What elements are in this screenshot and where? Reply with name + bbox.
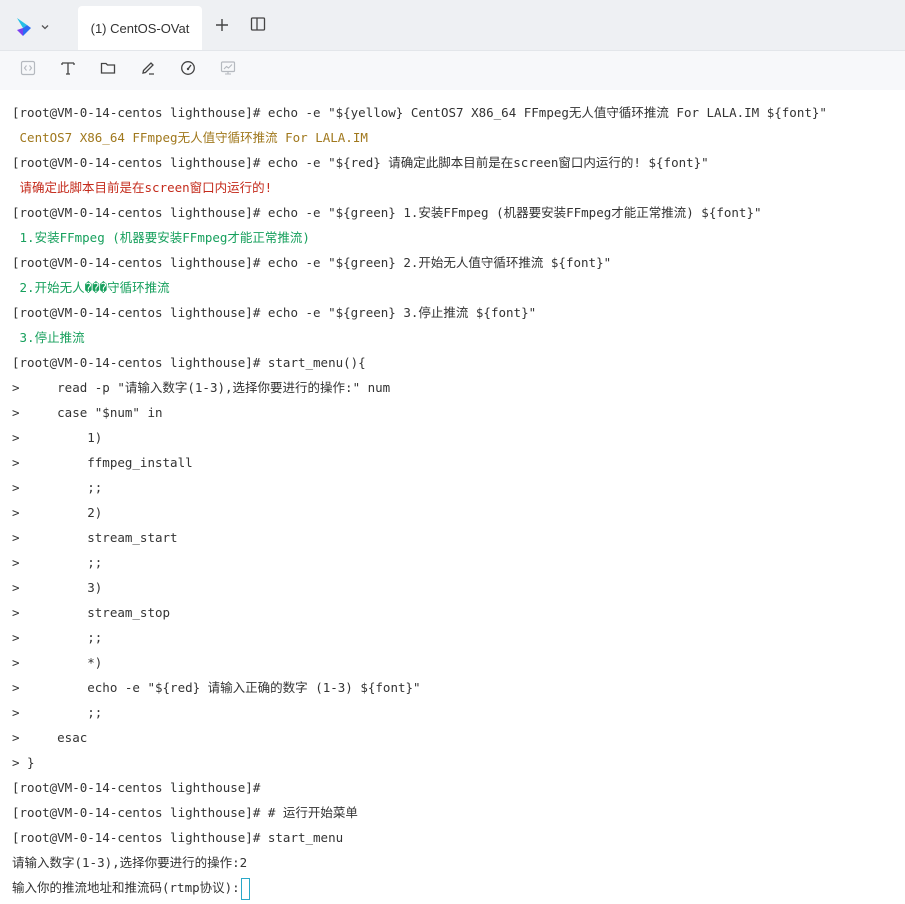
terminal-line-text: [root@VM-0-14-centos lighthouse]# (12, 780, 261, 795)
terminal-line-text: 3.停止推流 (12, 330, 85, 345)
terminal-line: > stream_start (12, 525, 178, 550)
text-button[interactable] (58, 60, 78, 80)
terminal-line: > 3) (12, 575, 102, 600)
terminal-line-text: > 3) (12, 580, 103, 595)
terminal-line-text: > echo -e "${red} 请输入正确的数字 (1-3) ${font}… (12, 680, 421, 695)
terminal-line-text: 1.安装FFmpeg (机器要安装FFmpeg才能正常推流) (12, 230, 310, 245)
terminal-line-text: > ;; (12, 480, 103, 495)
terminal-line-text: > 2) (12, 505, 103, 520)
terminal-output[interactable]: [root@VM-0-14-centos lighthouse]# echo -… (0, 90, 905, 904)
terminal-line: > esac (12, 725, 87, 750)
terminal-line: [root@VM-0-14-centos lighthouse]# start_… (12, 825, 343, 850)
terminal-line-text: > case "$num" in (12, 405, 163, 420)
terminal-line: > case "$num" in (12, 400, 163, 425)
terminal-line-text: > 1) (12, 430, 103, 445)
chevron-down-icon (40, 22, 50, 32)
terminal-line: > ffmpeg_install (12, 450, 193, 475)
terminal-line-text: > ;; (12, 705, 103, 720)
terminal-line: [root@VM-0-14-centos lighthouse]# echo -… (12, 300, 536, 325)
terminal-line: [root@VM-0-14-centos lighthouse]# echo -… (12, 100, 827, 125)
terminal-line-text: > stream_stop (12, 605, 171, 620)
terminal-line-text: > read -p "请输入数字(1-3),选择你要进行的操作:" num (12, 380, 391, 395)
terminal-line-text: 输入你的推流地址和推流码(rtmp协议): (12, 880, 240, 895)
terminal-line-text: > } (12, 755, 35, 770)
add-tab-button[interactable] (212, 16, 232, 36)
terminal-line-text: > stream_start (12, 530, 178, 545)
folder-icon (100, 60, 116, 80)
terminal-line: 请确定此脚本目前是在screen窗口内运行的! (12, 175, 273, 200)
terminal-line: > *) (12, 650, 102, 675)
split-view-icon (250, 16, 266, 36)
app-logo-icon (14, 16, 34, 38)
toolbar (0, 51, 905, 90)
text-icon (60, 60, 76, 80)
terminal-line-text: CentOS7 X86_64 FFmpeg无人值守循环推流 For LALA.I… (12, 130, 368, 145)
terminal-line: > 2) (12, 500, 102, 525)
tab-centos[interactable]: (1) CentOS-OVat (78, 6, 202, 50)
terminal-line-text: > *) (12, 655, 103, 670)
split-view-button[interactable] (248, 16, 268, 36)
terminal-line-text: > esac (12, 730, 88, 745)
terminal-line: 2.开始无人���守循环推流 (12, 275, 170, 300)
terminal-line-text: 请确定此脚本目前是在screen窗口内运行的! (12, 180, 273, 195)
performance-button[interactable] (178, 60, 198, 80)
terminal-line: 输入你的推流地址和推流码(rtmp协议): (12, 875, 250, 900)
terminal-line-text: [root@VM-0-14-centos lighthouse]# echo -… (12, 305, 537, 320)
terminal-line-text: 请输入数字(1-3),选择你要进行的操作:2 (12, 855, 248, 870)
terminal-line-text: > ffmpeg_install (12, 455, 193, 470)
terminal-line: > stream_stop (12, 600, 170, 625)
terminal-line-text: [root@VM-0-14-centos lighthouse]# echo -… (12, 155, 709, 170)
speedometer-icon (180, 60, 196, 80)
terminal-line: > } (12, 750, 35, 775)
terminal-line-text: 2.开始无人���守循环推流 (12, 280, 170, 295)
terminal-line-text: [root@VM-0-14-centos lighthouse]# start_… (12, 355, 366, 370)
terminal-line: CentOS7 X86_64 FFmpeg无人值守循环推流 For LALA.I… (12, 125, 368, 150)
terminal-line: > ;; (12, 550, 102, 575)
terminal-line-text: > ;; (12, 555, 103, 570)
tab-bar: (1) CentOS-OVat (0, 0, 905, 51)
terminal-line: > echo -e "${red} 请输入正确的数字 (1-3) ${font}… (12, 675, 421, 700)
terminal-line: [root@VM-0-14-centos lighthouse]# echo -… (12, 200, 762, 225)
terminal-line: [root@VM-0-14-centos lighthouse]# # 运行开始… (12, 800, 358, 825)
terminal-line: [root@VM-0-14-centos lighthouse]# echo -… (12, 150, 709, 175)
edit-icon (140, 60, 156, 80)
terminal-line-text: [root@VM-0-14-centos lighthouse]# echo -… (12, 255, 612, 270)
terminal-line: 3.停止推流 (12, 325, 85, 350)
terminal-line: > read -p "请输入数字(1-3),选择你要进行的操作:" num (12, 375, 390, 400)
terminal-line: [root@VM-0-14-centos lighthouse]# start_… (12, 350, 366, 375)
code-icon (20, 60, 36, 80)
terminal-line: > 1) (12, 425, 102, 450)
terminal-line-text: [root@VM-0-14-centos lighthouse]# start_… (12, 830, 344, 845)
terminal-line: [root@VM-0-14-centos lighthouse]# echo -… (12, 250, 611, 275)
terminal-line: > ;; (12, 700, 102, 725)
terminal-line: > ;; (12, 625, 102, 650)
plus-icon (215, 17, 229, 36)
terminal-line-text: > ;; (12, 630, 103, 645)
app-menu-button[interactable] (14, 14, 58, 40)
terminal-line: 请输入数字(1-3),选择你要进行的操作:2 (12, 850, 247, 875)
terminal-line-text: [root@VM-0-14-centos lighthouse]# echo -… (12, 205, 762, 220)
edit-button[interactable] (138, 60, 158, 80)
code-button[interactable] (18, 60, 38, 80)
terminal-line: > ;; (12, 475, 102, 500)
terminal-line-text: [root@VM-0-14-centos lighthouse]# # 运行开始… (12, 805, 358, 820)
terminal-line: 1.安装FFmpeg (机器要安装FFmpeg才能正常推流) (12, 225, 310, 250)
terminal-cursor (240, 877, 250, 900)
terminal-line: [root@VM-0-14-centos lighthouse]# (12, 775, 260, 800)
monitor-button[interactable] (218, 60, 238, 80)
monitor-icon (220, 60, 236, 80)
tab-title: (1) CentOS-OVat (90, 20, 190, 36)
folder-button[interactable] (98, 60, 118, 80)
terminal-line-text: [root@VM-0-14-centos lighthouse]# echo -… (12, 105, 827, 120)
